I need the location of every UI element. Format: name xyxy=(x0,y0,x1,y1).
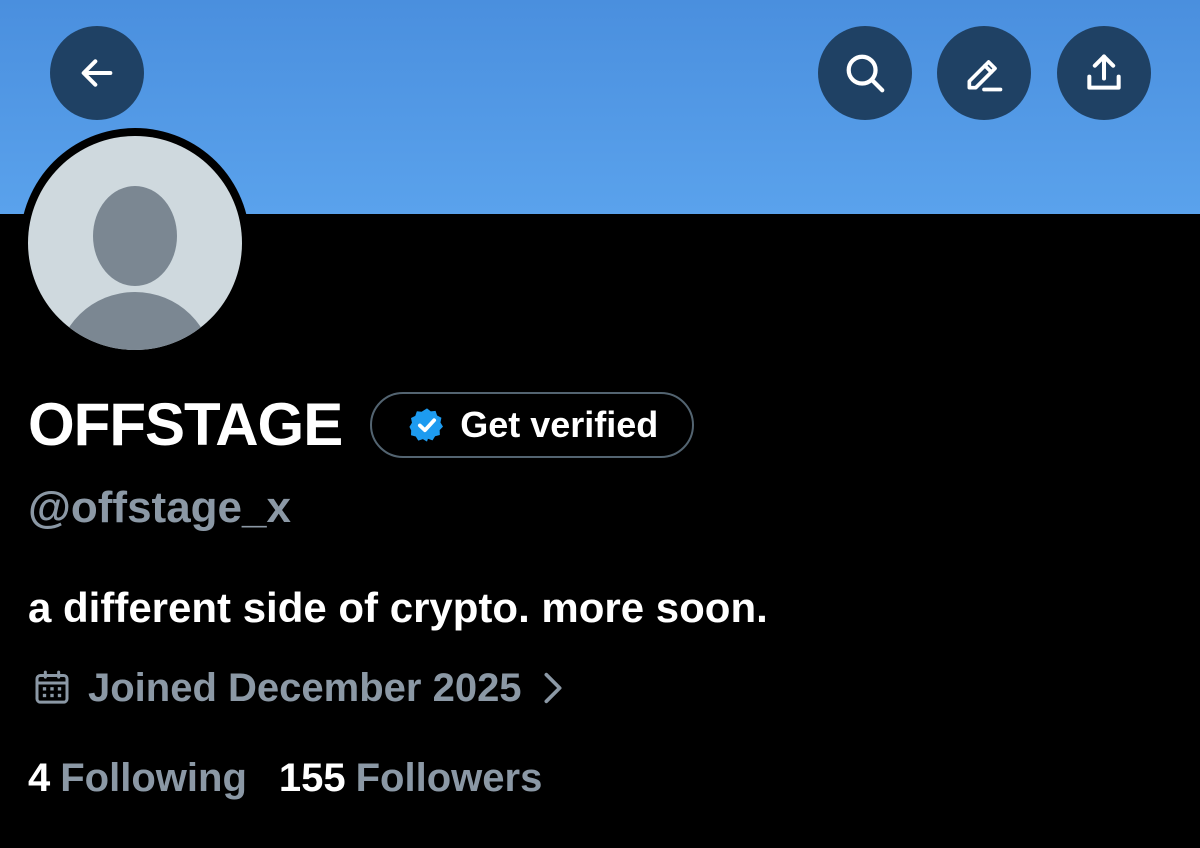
following-count: 4 xyxy=(28,755,51,800)
get-verified-button[interactable]: Get verified xyxy=(370,392,695,458)
share-upload-icon xyxy=(1087,54,1121,90)
followers-label: Followers xyxy=(355,755,543,800)
following-label: Following xyxy=(60,755,247,800)
edit-profile-button[interactable] xyxy=(937,26,1031,120)
share-button[interactable] xyxy=(1057,26,1151,120)
back-button[interactable] xyxy=(50,26,144,120)
username-handle: @offstage_x xyxy=(28,483,291,532)
name-row: OFFSTAGE Get verified xyxy=(28,388,695,462)
followers-count: 155 xyxy=(278,755,346,800)
avatar[interactable] xyxy=(20,128,250,358)
default-avatar-image xyxy=(28,136,242,350)
joined-date-row[interactable]: Joined December 2025 xyxy=(32,658,566,718)
person-placeholder-icon xyxy=(59,186,211,350)
get-verified-label: Get verified xyxy=(460,404,659,445)
following-link[interactable]: 4 Following xyxy=(28,756,247,801)
joined-date-text: Joined December 2025 xyxy=(88,665,522,710)
arrow-left-icon xyxy=(81,59,113,87)
followers-link[interactable]: 155 Followers xyxy=(279,756,542,801)
calendar-icon xyxy=(32,668,72,708)
verified-badge-icon xyxy=(408,406,446,444)
search-icon xyxy=(846,54,885,93)
search-button[interactable] xyxy=(818,26,912,120)
chevron-right-icon xyxy=(540,668,566,708)
display-name: OFFSTAGE xyxy=(28,391,343,458)
follow-stats: 4 Following 155 Followers xyxy=(28,748,542,808)
pencil-icon xyxy=(967,60,1003,92)
profile-bio: a different side of crypto. more soon. xyxy=(28,584,768,631)
